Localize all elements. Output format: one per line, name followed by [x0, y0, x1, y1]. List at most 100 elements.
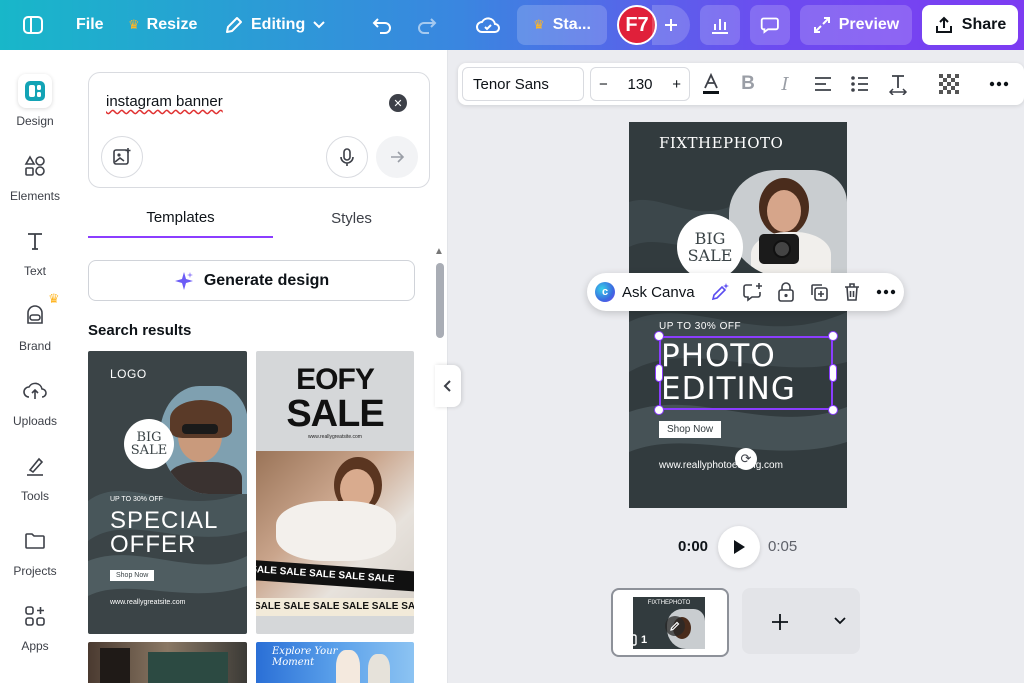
italic-button[interactable]: I [772, 71, 798, 97]
panel-scrollbar[interactable] [436, 263, 444, 338]
magic-pencil-icon [711, 283, 729, 301]
rail-item-apps[interactable]: Apps [0, 599, 70, 653]
current-time: 0:00 [678, 538, 709, 555]
collapse-panel-button[interactable] [435, 365, 461, 407]
cloud-save-status[interactable] [476, 0, 500, 50]
resize-label: Resize [146, 16, 198, 33]
element-context-menu: c Ask Canva [587, 273, 904, 311]
design-offer-text[interactable]: UP TO 30% OFF [659, 321, 741, 332]
design-url-text[interactable]: www.reallyphotoediting.com [659, 460, 783, 471]
duplicate-button[interactable] [808, 281, 830, 303]
context-more-button[interactable] [875, 281, 897, 303]
image-add-icon [113, 148, 131, 165]
template-card[interactable]: Explore Your Moment [256, 642, 414, 683]
play-icon [734, 540, 745, 554]
sidebar-toggle-button[interactable] [22, 0, 44, 50]
resize-handle[interactable] [655, 364, 663, 382]
resize-handle[interactable] [828, 331, 838, 341]
expand-icon [813, 17, 830, 33]
image-search-button[interactable] [101, 136, 143, 178]
transparency-button[interactable] [936, 71, 962, 97]
resize-handle[interactable] [654, 405, 664, 415]
template-shop-button: Shop Now [110, 570, 155, 581]
page-badge: 1 [623, 634, 647, 646]
undo-button[interactable] [371, 0, 393, 50]
template-headline: EOFY SALE [286, 363, 384, 435]
voice-search-button[interactable] [326, 136, 368, 178]
selection-box [659, 336, 833, 410]
rail-item-uploads[interactable]: Uploads [0, 374, 70, 428]
generate-design-button[interactable]: Generate design [88, 260, 415, 301]
top-bar: File ♛ Resize Editing ♛ Sta... F7 Previe… [0, 0, 1024, 50]
ask-canva-button[interactable]: c Ask Canva [595, 280, 695, 304]
resize-button[interactable]: ♛ Resize [128, 0, 197, 50]
big-sale-badge[interactable]: BIG SALE [677, 214, 743, 280]
team-button[interactable]: ♛ Sta... [517, 5, 607, 45]
submit-search-button[interactable] [376, 136, 418, 178]
page-number: 1 [641, 634, 648, 646]
design-brand-text[interactable]: FIXTHEPHOTO [659, 134, 783, 152]
font-size-value[interactable]: 130 [627, 76, 652, 93]
thumbnail-brand: FIXTHEPHOTO [647, 600, 691, 606]
font-family-select[interactable]: Tenor Sans [462, 67, 584, 101]
add-comment-button[interactable] [742, 281, 764, 303]
design-shop-button[interactable]: Shop Now [659, 421, 722, 438]
text-color-button[interactable] [698, 71, 724, 97]
rail-item-label: Tools [20, 489, 49, 503]
scroll-up-icon[interactable]: ▲ [434, 246, 444, 257]
page-thumbnail[interactable]: FIXTHEPHOTO 1 [611, 588, 729, 657]
comments-button[interactable] [750, 5, 790, 45]
resize-handle[interactable] [654, 331, 664, 341]
align-button[interactable] [810, 71, 836, 97]
editing-mode-button[interactable]: Editing [224, 0, 326, 50]
rail-item-projects[interactable]: Projects [0, 524, 70, 578]
user-avatar[interactable]: F7 [617, 5, 657, 45]
clear-search-icon[interactable]: ✕ [389, 94, 407, 112]
photographer-photo[interactable] [729, 170, 847, 278]
rail-item-label: Apps [21, 639, 49, 653]
magic-edit-button[interactable] [709, 281, 731, 303]
left-rail: Design Elements Text ♛ Brand Uploads Too… [0, 50, 70, 683]
template-card[interactable] [88, 642, 247, 683]
rail-item-tools[interactable]: Tools [0, 449, 70, 503]
share-button[interactable]: Share [922, 5, 1018, 45]
play-button[interactable] [718, 526, 760, 568]
brand-icon [18, 299, 52, 333]
rotate-handle-icon[interactable]: ⟳ [735, 448, 757, 470]
rail-item-label: Uploads [12, 414, 58, 428]
chevron-left-icon [443, 380, 451, 392]
rail-item-elements[interactable]: Elements [0, 149, 70, 203]
file-menu-button[interactable]: File [76, 0, 104, 50]
search-input[interactable]: instagram banner [106, 93, 223, 110]
lock-button[interactable] [775, 281, 797, 303]
template-card[interactable]: EOFY SALE www.reallygreatsite.com SALE S… [256, 351, 414, 634]
chevron-down-icon[interactable] [833, 616, 847, 626]
decrease-size-button[interactable]: − [599, 76, 608, 93]
template-card[interactable]: LOGO BIG SALE UP TO 30% OFF SPECIAL OFFER … [88, 351, 247, 634]
increase-size-button[interactable]: + [672, 76, 681, 93]
invite-button[interactable] [652, 5, 690, 45]
bold-button[interactable]: B [735, 71, 761, 97]
trash-icon [845, 283, 859, 301]
add-page-button[interactable] [742, 588, 860, 654]
arrow-right-icon [391, 151, 405, 163]
brush-icon [18, 449, 52, 483]
rail-item-text[interactable]: Text [0, 224, 70, 278]
redo-button[interactable] [416, 0, 438, 50]
spacing-button[interactable] [885, 71, 911, 97]
tab-styles[interactable]: Styles [259, 198, 444, 238]
template-badge: BIG SALE [124, 419, 174, 469]
resize-handle[interactable] [829, 364, 837, 382]
delete-button[interactable] [841, 281, 863, 303]
rail-item-brand[interactable]: ♛ Brand [0, 291, 70, 353]
list-button[interactable] [847, 71, 873, 97]
search-box: instagram banner ✕ [88, 72, 430, 188]
insights-button[interactable] [700, 5, 740, 45]
more-options-button[interactable] [986, 71, 1012, 97]
resize-handle[interactable] [828, 405, 838, 415]
rail-item-design[interactable]: Design [0, 74, 70, 128]
preview-button[interactable]: Preview [800, 5, 912, 45]
tab-templates[interactable]: Templates [88, 198, 273, 238]
template-logo: LOGO [110, 367, 147, 381]
edit-page-icon[interactable] [665, 616, 685, 636]
